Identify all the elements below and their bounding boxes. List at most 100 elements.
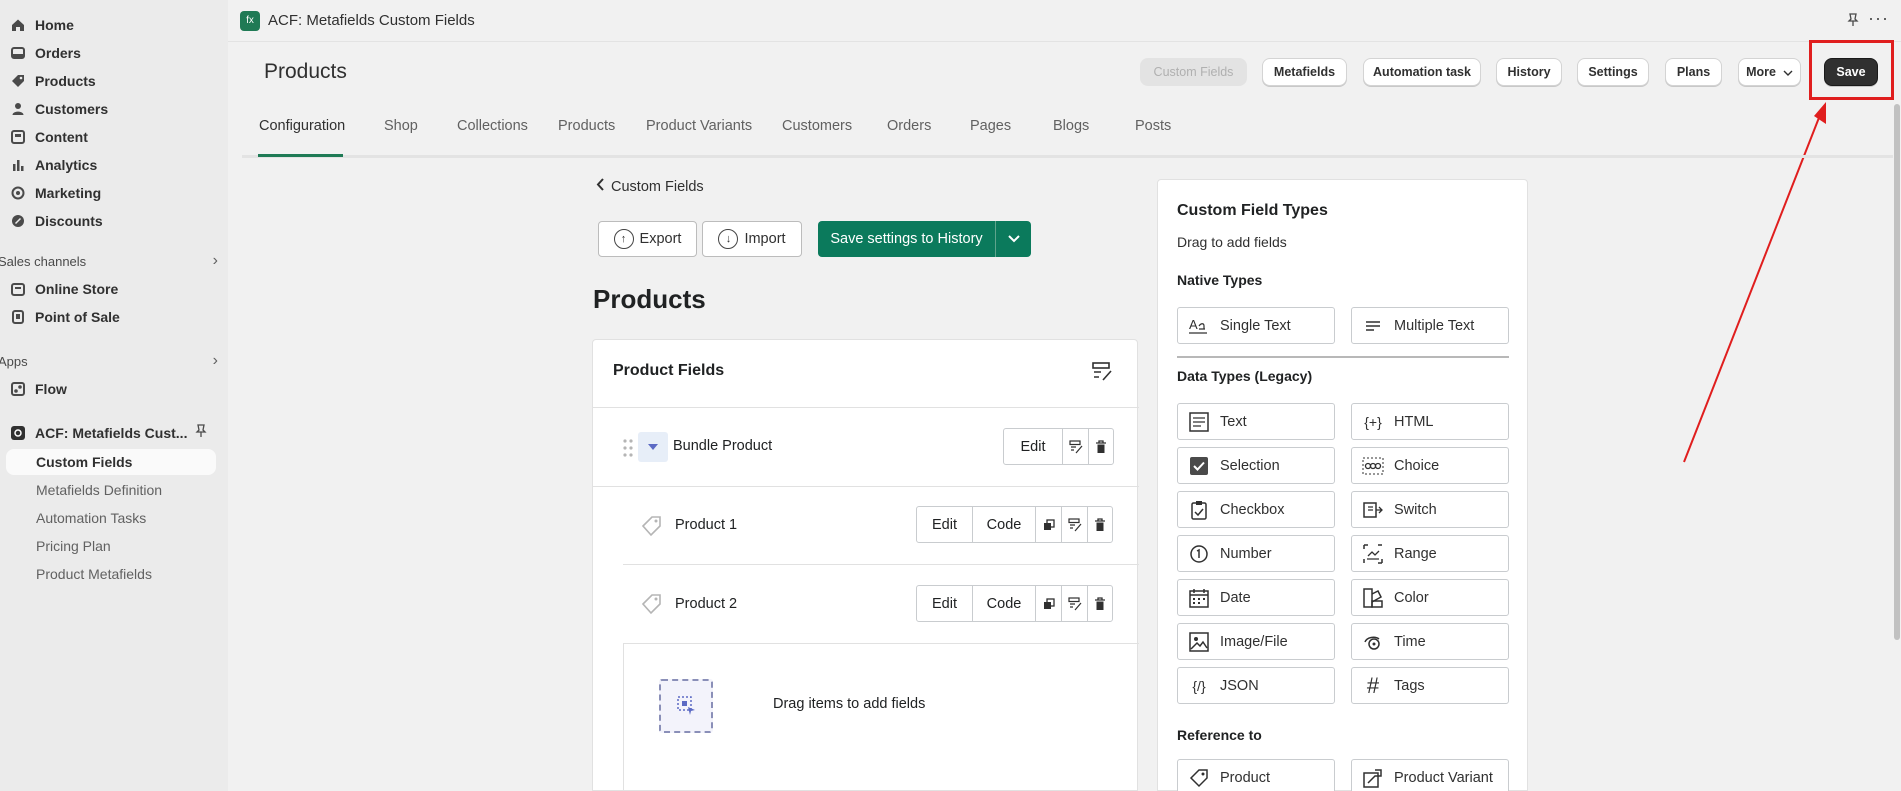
field-type-time[interactable]: Time (1351, 623, 1509, 660)
person-icon (10, 101, 26, 117)
more-options-icon[interactable]: ··· (1868, 8, 1889, 29)
svg-text:A: A (1189, 317, 1198, 332)
drag-handle-icon[interactable] (623, 439, 633, 460)
native-types-heading: Native Types (1177, 272, 1263, 288)
export-button[interactable]: ↑ Export (598, 221, 697, 257)
field-type-multiple-text[interactable]: Multiple Text (1351, 307, 1509, 344)
field-settings-icon[interactable] (1062, 586, 1088, 621)
clipboard-check-icon (1188, 499, 1210, 521)
history-button[interactable]: History (1496, 58, 1562, 86)
edit-button[interactable]: Edit (917, 507, 973, 542)
number-icon (1188, 543, 1210, 565)
field-type-date[interactable]: Date (1177, 579, 1335, 616)
trash-icon[interactable] (1088, 507, 1112, 542)
field-type-color[interactable]: Color (1351, 579, 1509, 616)
tab-shop[interactable]: Shop (384, 118, 418, 134)
back-link[interactable]: Custom Fields (596, 178, 704, 195)
pin-icon[interactable] (1846, 13, 1860, 30)
upload-icon: ↑ (613, 229, 634, 249)
save-highlight-box (1809, 40, 1894, 100)
collapse-toggle-icon[interactable] (638, 432, 668, 462)
field-settings-icon[interactable] (1063, 429, 1089, 464)
sidebar-subitem-pricing-plan[interactable]: Pricing Plan (36, 533, 111, 559)
chevron-right-icon: › (212, 352, 218, 369)
pin-icon[interactable] (194, 424, 208, 441)
sidebar: Home Orders Products Customers Content A… (0, 0, 228, 791)
sidebar-item-customers[interactable]: Customers (0, 96, 108, 122)
calendar-icon (1188, 587, 1210, 609)
metafields-button[interactable]: Metafields (1262, 58, 1347, 86)
tab-posts[interactable]: Posts (1135, 118, 1171, 134)
more-button[interactable]: More (1738, 58, 1801, 86)
page-scrollbar[interactable] (1893, 102, 1901, 791)
sidebar-subitem-automation-tasks[interactable]: Automation Tasks (36, 505, 146, 531)
field-type-choice[interactable]: Choice (1351, 447, 1509, 484)
panel-subtitle: Drag to add fields (1177, 234, 1287, 250)
tab-product-variants[interactable]: Product Variants (646, 118, 752, 134)
hash-icon: # (1366, 672, 1380, 698)
import-button[interactable]: ↓ Import (702, 221, 802, 257)
duplicate-icon[interactable] (1036, 507, 1062, 542)
code-button[interactable]: Code (973, 586, 1036, 621)
trash-icon[interactable] (1089, 429, 1113, 464)
sidebar-item-orders[interactable]: Orders (0, 40, 81, 66)
tab-blogs[interactable]: Blogs (1053, 118, 1089, 134)
sidebar-subitem-metafields-definition[interactable]: Metafields Definition (36, 477, 162, 503)
drop-zone[interactable] (659, 679, 713, 733)
custom-fields-button[interactable]: Custom Fields (1140, 58, 1247, 86)
tab-pages[interactable]: Pages (970, 118, 1011, 134)
plans-button[interactable]: Plans (1665, 58, 1722, 86)
sidebar-item-acf-app[interactable]: ACF: Metafields Cust... (0, 420, 220, 446)
field-type-product-reference[interactable]: Product (1177, 759, 1335, 791)
tab-products[interactable]: Products (558, 118, 615, 134)
field-type-range[interactable]: Range (1351, 535, 1509, 572)
nested-border (623, 644, 624, 791)
field-type-number[interactable]: Number (1177, 535, 1335, 572)
tab-customers[interactable]: Customers (782, 118, 852, 134)
automation-task-button[interactable]: Automation task (1363, 58, 1481, 86)
field-type-single-text[interactable]: A Single Text (1177, 307, 1335, 344)
sidebar-item-home[interactable]: Home (0, 12, 74, 38)
chevron-down-icon[interactable] (995, 221, 1031, 257)
apps-header[interactable]: Apps › (0, 350, 218, 372)
sales-channels-header[interactable]: Sales channels › (0, 250, 218, 272)
app-topbar: fx ACF: Metafields Custom Fields ··· (228, 0, 1901, 42)
sidebar-item-flow[interactable]: Flow (0, 376, 67, 402)
sidebar-item-discounts[interactable]: Discounts (0, 208, 103, 234)
sidebar-item-online-store[interactable]: Online Store (0, 276, 118, 302)
tag-icon (10, 73, 26, 89)
field-type-image-file[interactable]: Image/File (1177, 623, 1335, 660)
field-settings-icon[interactable] (1062, 507, 1088, 542)
sidebar-item-point-of-sale[interactable]: Point of Sale (0, 304, 120, 330)
duplicate-icon[interactable] (1036, 586, 1062, 621)
edit-button[interactable]: Edit (1004, 429, 1063, 464)
field-type-html[interactable]: {+} HTML (1351, 403, 1509, 440)
sidebar-item-marketing[interactable]: Marketing (0, 180, 101, 206)
field-type-checkbox[interactable]: Checkbox (1177, 491, 1335, 528)
field-type-selection[interactable]: Selection (1177, 447, 1335, 484)
sidebar-item-analytics[interactable]: Analytics (0, 152, 97, 178)
field-type-product-variant-reference[interactable]: Product Variant (1351, 759, 1509, 791)
scrollbar-thumb[interactable] (1894, 104, 1900, 640)
field-type-json[interactable]: {/} JSON (1177, 667, 1335, 704)
sidebar-item-content[interactable]: Content (0, 124, 88, 150)
tab-collections[interactable]: Collections (457, 118, 528, 134)
save-settings-history-button[interactable]: Save settings to History (818, 221, 1031, 257)
sidebar-subitem-custom-fields[interactable]: Custom Fields (6, 449, 216, 475)
code-button[interactable]: Code (973, 507, 1036, 542)
settings-button[interactable]: Settings (1577, 58, 1649, 86)
field-type-tags[interactable]: # Tags (1351, 667, 1509, 704)
orders-icon (10, 45, 26, 61)
edit-button[interactable]: Edit (917, 586, 973, 621)
chevron-left-icon (596, 178, 604, 195)
text-icon (1188, 411, 1210, 433)
trash-icon[interactable] (1088, 586, 1112, 621)
sidebar-item-products[interactable]: Products (0, 68, 96, 94)
tab-configuration[interactable]: Configuration (259, 118, 345, 134)
tab-orders[interactable]: Orders (887, 118, 931, 134)
field-type-switch[interactable]: Switch (1351, 491, 1509, 528)
field-settings-icon[interactable] (1091, 360, 1113, 385)
sidebar-subitem-product-metafields[interactable]: Product Metafields (36, 561, 152, 587)
field-type-text[interactable]: Text (1177, 403, 1335, 440)
download-icon: ↓ (718, 229, 739, 249)
